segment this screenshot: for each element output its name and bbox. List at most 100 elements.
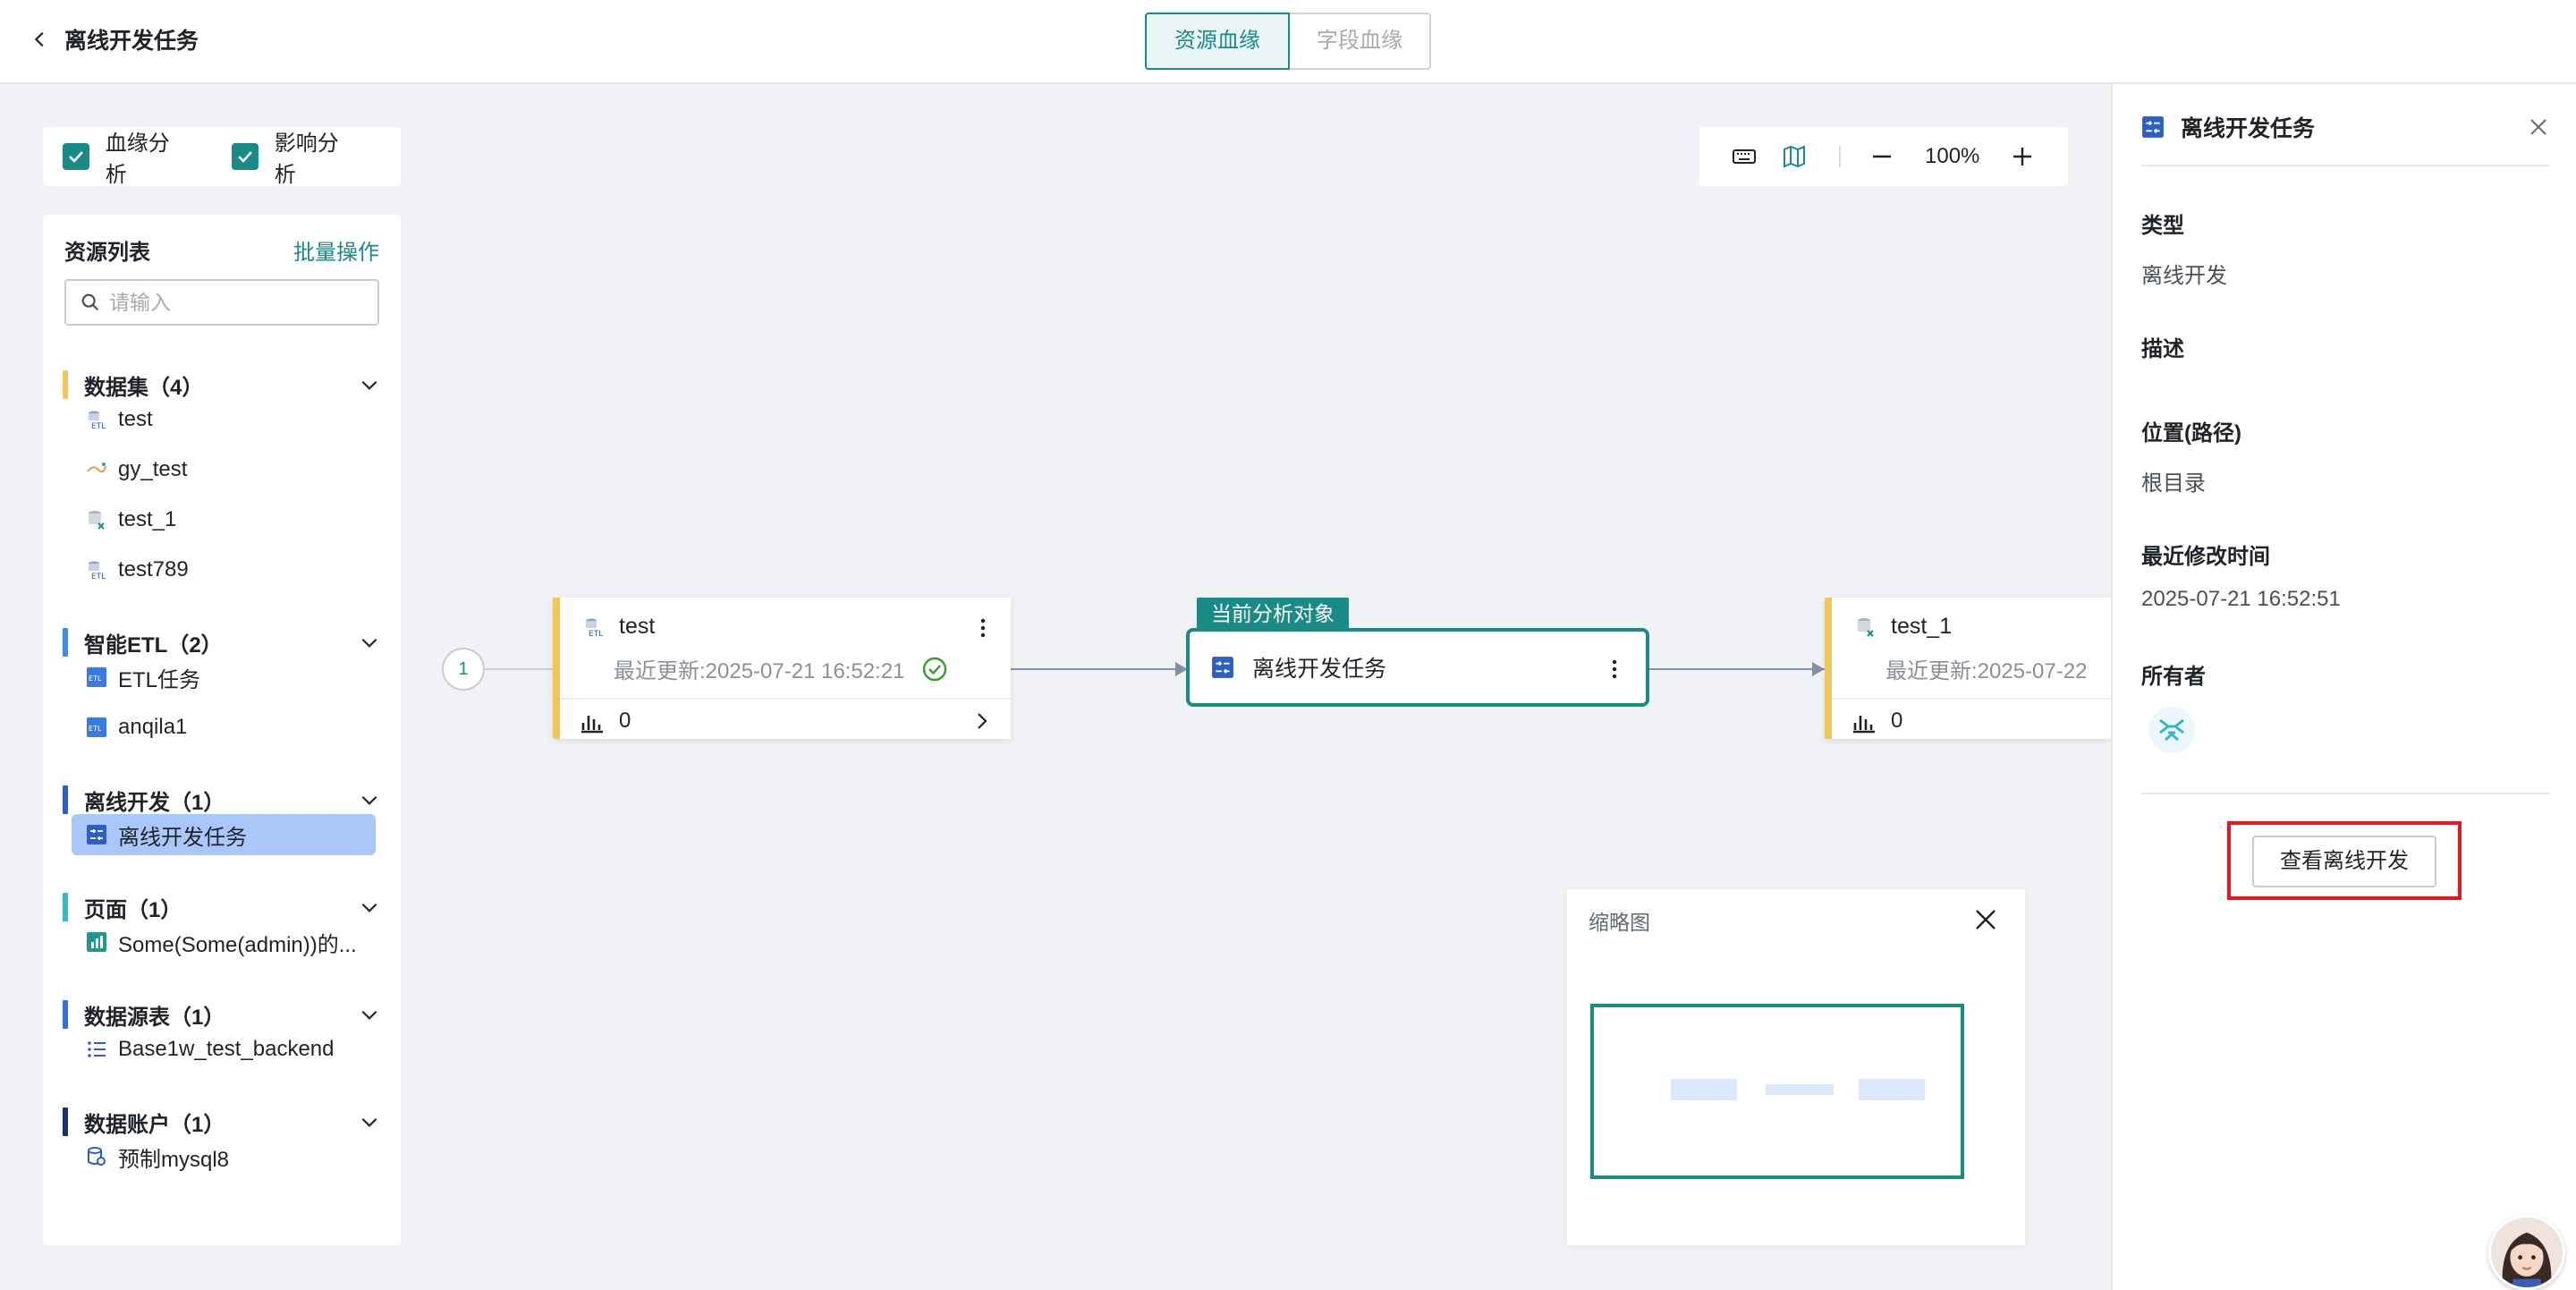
analysis-options: 血缘分析 影响分析 [43, 125, 401, 188]
node-name: test_1 [1891, 614, 1953, 639]
bar-chart-icon [1853, 716, 1875, 734]
group-pages[interactable]: 页面（1） [63, 889, 381, 925]
list-item-label: 预制mysql8 [118, 1147, 230, 1172]
node-name: test [619, 614, 656, 639]
group-label: 数据账户（1） [84, 1112, 225, 1137]
list-item-page[interactable]: Some(Some(admin))的... [72, 921, 390, 963]
group-color-bar [63, 628, 68, 657]
modified-label: 最近修改时间 [2141, 545, 2270, 569]
back-button[interactable]: 离线开发任务 [30, 23, 199, 55]
list-item-label: ETL任务 [118, 667, 201, 692]
list-item-offline-task[interactable]: 离线开发任务 [72, 814, 376, 855]
svg-text:ETL: ETL [89, 725, 102, 733]
current-object-tag: 当前分析对象 [1197, 598, 1349, 630]
list-item-data-account[interactable]: 预制mysql8 [72, 1136, 390, 1177]
chevron-right-icon[interactable] [971, 710, 993, 732]
list-item-label: 离线开发任务 [118, 825, 247, 850]
close-icon[interactable] [1973, 907, 1998, 932]
avatar[interactable] [2148, 707, 2195, 753]
minimap-node [1766, 1084, 1834, 1095]
svg-text:ETL: ETL [89, 675, 102, 683]
dataset-etl-icon: ETL [586, 618, 603, 638]
owner-label: 所有者 [2141, 665, 2206, 689]
list-item-test[interactable]: ETL test [72, 399, 390, 440]
current-node[interactable]: 离线开发任务 [1186, 628, 1649, 707]
highlight-box: 查看离线开发 [2227, 821, 2462, 900]
search-input[interactable] [109, 290, 360, 315]
batch-operation-link[interactable]: 批量操作 [293, 234, 379, 266]
keyboard-icon[interactable] [1728, 140, 1760, 173]
upstream-node[interactable]: ETL test 最近更新:2025-07-21 16:52:21 0 [553, 598, 1011, 739]
view-offline-dev-button[interactable]: 查看离线开发 [2252, 836, 2436, 887]
more-vertical-icon[interactable] [979, 615, 987, 641]
dataset-etl-icon: ETL [86, 409, 107, 430]
resource-list-title: 资源列表 [64, 241, 150, 265]
chevron-down-icon [361, 1010, 377, 1020]
group-datasets[interactable]: 数据集（4） [63, 367, 381, 403]
list-item-gy-test[interactable]: gy_test [72, 449, 390, 490]
search-icon [81, 293, 99, 311]
list-item-anqila1[interactable]: ETL anqila1 [72, 707, 390, 748]
tab-field-lineage[interactable]: 字段血缘 [1290, 13, 1431, 70]
divider [2141, 793, 2549, 794]
depth-badge[interactable]: 1 [442, 648, 485, 691]
detail-panel: 离线开发任务 类型 离线开发 描述 位置(路径) 根目录 最近修改时间 2025… [2111, 84, 2576, 1290]
checkbox-checked-icon [63, 143, 89, 170]
assistant-avatar[interactable] [2488, 1215, 2565, 1290]
lineage-type-switch: 资源血缘 字段血缘 [1145, 13, 1431, 70]
node-count: 0 [619, 709, 631, 733]
edge-line [1011, 668, 1186, 670]
more-vertical-icon[interactable] [1610, 657, 1619, 682]
zoom-out-icon[interactable] [1866, 140, 1898, 173]
list-item-source-table[interactable]: Base1w_test_backend [72, 1029, 390, 1070]
modified-value: 2025-07-21 16:52:51 [2141, 587, 2341, 611]
etl-icon: ETL [86, 666, 107, 688]
resource-search [64, 279, 379, 326]
group-color-bar [63, 893, 68, 921]
list-item-test789[interactable]: ETL test789 [72, 549, 390, 590]
group-label: 智能ETL（2） [84, 632, 223, 658]
list-item-test-1[interactable]: test_1 [72, 499, 390, 540]
path-value: 根目录 [2141, 471, 2206, 496]
page-title: 离线开发任务 [64, 29, 199, 54]
group-color-bar [63, 370, 68, 399]
toolbar-divider [1839, 146, 1841, 167]
chevron-down-icon [361, 380, 377, 390]
minimap-viewport[interactable] [1590, 1004, 1964, 1179]
list-item-label: Some(Some(admin))的... [118, 932, 357, 957]
resource-list-panel: 资源列表 批量操作 数据集（4） ETL test gy_test test_1… [43, 215, 401, 1245]
group-offline-dev[interactable]: 离线开发（1） [63, 782, 381, 818]
impact-analysis-checkbox[interactable]: 影响分析 [232, 125, 360, 188]
group-smart-etl[interactable]: 智能ETL（2） [63, 624, 381, 660]
checkbox-checked-icon [232, 143, 258, 170]
group-source-tables[interactable]: 数据源表（1） [63, 997, 381, 1032]
group-data-accounts[interactable]: 数据账户（1） [63, 1104, 381, 1140]
tab-resource-lineage[interactable]: 资源血缘 [1145, 13, 1290, 70]
list-item-etl-task[interactable]: ETL ETL任务 [72, 657, 390, 698]
table-list-icon [86, 1039, 107, 1060]
downstream-node[interactable]: test_1 最近更新:2025-07-22 0 [1825, 598, 2111, 739]
arrow-head-icon [1812, 662, 1825, 676]
bar-chart-icon [581, 716, 603, 734]
zoom-in-icon[interactable] [2006, 140, 2038, 173]
path-label: 位置(路径) [2141, 421, 2241, 446]
impact-analysis-label: 影响分析 [274, 132, 339, 187]
success-check-icon [922, 657, 946, 681]
description-label: 描述 [2141, 337, 2184, 361]
chevron-down-icon [361, 795, 377, 805]
edge-line [485, 668, 553, 670]
list-item-label: gy_test [118, 457, 188, 481]
group-label: 页面（1） [84, 897, 182, 922]
minimap-title: 缩略图 [1589, 911, 1650, 934]
node-name: 离线开发任务 [1252, 657, 1387, 682]
type-value: 离线开发 [2141, 264, 2227, 288]
map-icon[interactable] [1778, 140, 1810, 173]
database-account-icon [86, 1146, 107, 1167]
chevron-down-icon [361, 903, 377, 912]
minimap-node [1859, 1079, 1925, 1100]
page-chart-icon [86, 931, 107, 953]
close-icon[interactable] [2528, 116, 2549, 138]
lineage-analysis-checkbox[interactable]: 血缘分析 [63, 125, 191, 188]
offline-task-icon [86, 824, 107, 845]
group-color-bar [63, 785, 68, 814]
